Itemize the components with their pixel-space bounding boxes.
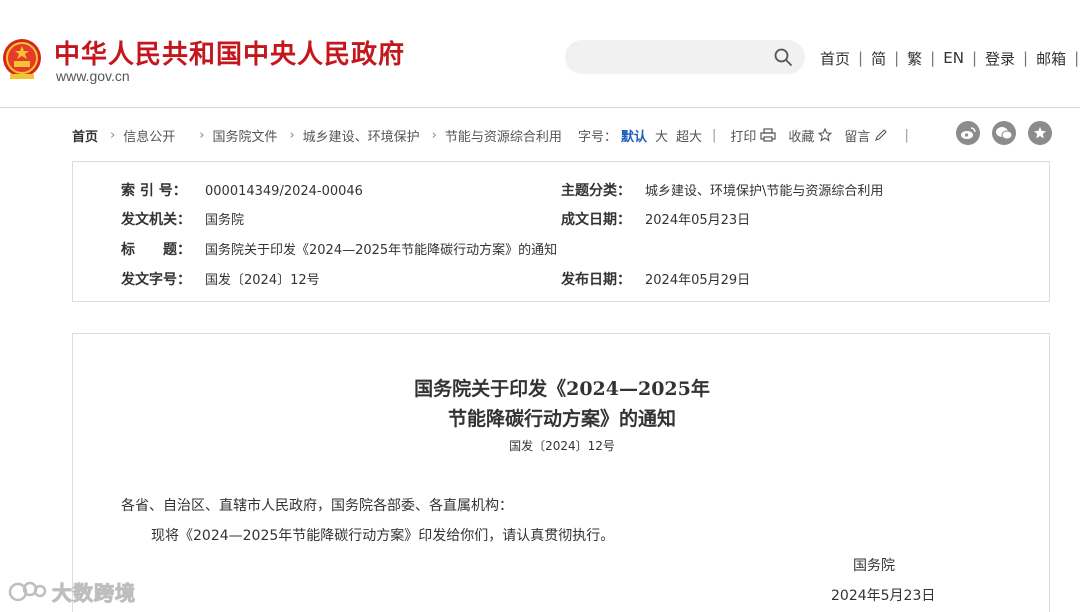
comment-label: 留言 bbox=[844, 129, 871, 145]
weibo-share-button[interactable] bbox=[956, 121, 980, 145]
breadcrumb-item-info[interactable]: 信息公开 bbox=[123, 126, 175, 145]
watermark: 大数跨境 bbox=[8, 577, 136, 606]
index-label: 索 引 号： bbox=[121, 183, 187, 199]
topic-label: 主题分类： bbox=[561, 183, 631, 199]
title-label: 标 题： bbox=[121, 242, 191, 258]
article-paragraph: 现将《2024—2025年节能降碳行动方案》印发给你们，请认真贯彻执行。 bbox=[151, 528, 615, 544]
national-emblem-icon[interactable] bbox=[0, 36, 44, 82]
document-info-panel: 索 引 号： 000014349/2024-00046 主题分类： 城乡建设、环境保… bbox=[72, 161, 1050, 302]
info-topic-row: 主题分类： 城乡建设、环境保护\节能与资源综合利用 bbox=[561, 180, 883, 200]
title-value: 国务院关于印发《2024—2025年节能降碳行动方案》的通知 bbox=[205, 243, 558, 258]
breadcrumb-item-subcategory[interactable]: 节能与资源综合利用 bbox=[445, 126, 562, 145]
qzone-star-icon bbox=[1034, 127, 1046, 139]
publish-date-value: 2024年05月29日 bbox=[645, 273, 751, 288]
nav-mail[interactable]: 邮箱 bbox=[1028, 48, 1074, 69]
qzone-share-button[interactable] bbox=[1028, 121, 1052, 145]
index-value: 000014349/2024-00046 bbox=[205, 184, 363, 199]
nav-english[interactable]: EN bbox=[935, 49, 972, 67]
issuer-value: 国务院 bbox=[205, 213, 245, 228]
info-docno-row: 发文字号： 国发〔2024〕12号 bbox=[121, 269, 320, 289]
nav-login[interactable]: 登录 bbox=[977, 48, 1023, 69]
info-written-row: 成文日期： 2024年05月23日 bbox=[561, 209, 750, 229]
doc-number-value: 国发〔2024〕12号 bbox=[205, 273, 320, 288]
wechat-icon bbox=[996, 127, 1013, 140]
chevron-right-icon: › bbox=[199, 127, 205, 143]
article-date: 2024年5月23日 bbox=[831, 588, 936, 604]
tools-separator: | bbox=[712, 127, 717, 143]
font-size-label: 字号： bbox=[578, 129, 618, 145]
issuer-label: 发文机关： bbox=[121, 212, 191, 228]
star-icon bbox=[818, 128, 833, 142]
weibo-icon bbox=[961, 127, 976, 139]
article-title-line1: 国务院关于印发《2024—2025年 bbox=[414, 378, 710, 400]
print-label: 打印 bbox=[730, 129, 757, 145]
chevron-right-icon: › bbox=[431, 127, 437, 143]
site-title[interactable]: 中华人民共和国中央人民政府 bbox=[54, 34, 405, 71]
info-issuer-row: 发文机关： 国务院 bbox=[121, 209, 244, 229]
watermark-text: 大数跨境 bbox=[52, 581, 136, 606]
article-signer: 国务院 bbox=[853, 558, 895, 574]
favorite-button[interactable]: 收藏 bbox=[788, 126, 833, 145]
top-nav: 首页 | 简 | 繁 | EN | 登录 | 邮箱 | bbox=[812, 48, 1079, 68]
breadcrumb: 首页 › 信息公开 › 国务院文件 › 城乡建设、环境保护 › 节能与资源综合利… bbox=[72, 125, 562, 145]
article-salutation: 各省、自治区、直辖市人民政府，国务院各部委、各直属机构： bbox=[121, 498, 513, 514]
article-tools: | 打印 收藏 留言 | bbox=[712, 125, 923, 145]
site-url[interactable]: www.gov.cn bbox=[56, 68, 130, 84]
search-icon[interactable] bbox=[773, 47, 793, 67]
nav-separator: | bbox=[1074, 49, 1080, 67]
breadcrumb-item-docs[interactable]: 国务院文件 bbox=[212, 126, 277, 145]
print-button[interactable]: 打印 bbox=[730, 126, 777, 145]
info-title-row: 标 题： 国务院关于印发《2024—2025年节能降碳行动方案》的通知 bbox=[121, 239, 557, 259]
nav-home[interactable]: 首页 bbox=[812, 48, 858, 69]
article-title-line2: 节能降碳行动方案》的通知 bbox=[447, 408, 676, 430]
chevron-right-icon: › bbox=[110, 127, 116, 143]
printer-icon bbox=[760, 128, 777, 142]
tools-separator: | bbox=[904, 127, 909, 143]
search-input[interactable] bbox=[579, 46, 769, 68]
publish-date-label: 发布日期： bbox=[561, 272, 631, 288]
article-body: 国务院关于印发《2024—2025年 节能降碳行动方案》的通知 国发〔2024〕… bbox=[72, 333, 1050, 612]
info-pubdate-row: 发布日期： 2024年05月29日 bbox=[561, 269, 750, 289]
font-size-default[interactable]: 默认 bbox=[621, 126, 647, 145]
nav-traditional[interactable]: 繁 bbox=[899, 48, 930, 69]
comment-button[interactable]: 留言 bbox=[844, 126, 888, 145]
written-date-label: 成文日期： bbox=[561, 212, 631, 228]
watermark-logo-icon bbox=[8, 581, 47, 601]
breadcrumb-home[interactable]: 首页 bbox=[72, 126, 98, 145]
wechat-share-button[interactable] bbox=[992, 121, 1016, 145]
written-date-value: 2024年05月23日 bbox=[645, 213, 751, 228]
doc-number-label: 发文字号： bbox=[121, 272, 191, 288]
font-size-large[interactable]: 大 bbox=[655, 126, 668, 145]
font-size-switcher: 字号： 默认 大 超大 bbox=[578, 125, 702, 145]
pencil-icon bbox=[875, 129, 888, 141]
topic-value: 城乡建设、环境保护\节能与资源综合利用 bbox=[645, 184, 884, 199]
search-box[interactable] bbox=[565, 40, 805, 74]
font-size-xlarge[interactable]: 超大 bbox=[676, 126, 702, 145]
site-header: 中华人民共和国中央人民政府 www.gov.cn 首页 | 简 | 繁 | EN… bbox=[0, 0, 1080, 108]
share-buttons bbox=[956, 121, 1064, 145]
info-index-row: 索 引 号： 000014349/2024-00046 bbox=[121, 180, 363, 200]
breadcrumb-item-category[interactable]: 城乡建设、环境保护 bbox=[303, 126, 420, 145]
nav-simplified[interactable]: 简 bbox=[863, 48, 894, 69]
article-doc-number: 国发〔2024〕12号 bbox=[509, 439, 615, 453]
favorite-label: 收藏 bbox=[788, 129, 815, 145]
chevron-right-icon: › bbox=[289, 127, 295, 143]
